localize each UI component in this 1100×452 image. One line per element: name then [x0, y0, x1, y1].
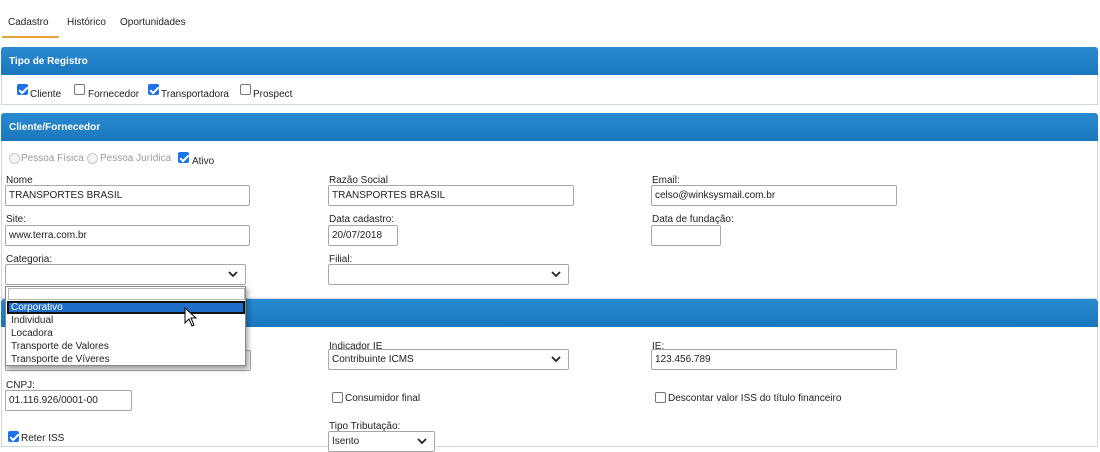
active-tab-indicator [2, 36, 59, 38]
descontar-iss-label: Descontar valor ISS do título financeiro [668, 393, 842, 404]
pessoa-juridica-radio[interactable] [87, 153, 98, 164]
site-input[interactable]: www.terra.com.br [5, 225, 250, 246]
dropdown-option-individual[interactable]: Individual [7, 314, 245, 327]
tipo-tributacao-value: Isento [332, 436, 360, 447]
pessoa-fisica-radio[interactable] [9, 153, 20, 164]
ie-input[interactable]: 123.456.789 [651, 349, 897, 370]
site-label: Site: [6, 214, 27, 225]
email-input[interactable]: celso@winksysmail.com.br [651, 185, 897, 206]
pessoa-juridica-label: Pessoa Jurídica [100, 153, 172, 164]
tipo-tributacao-select[interactable]: Isento [328, 431, 435, 452]
consumidor-final-checkbox[interactable] [332, 392, 343, 403]
fornecedor-checkbox[interactable] [74, 84, 85, 95]
ativo-label: Ativo [192, 156, 215, 167]
transportadora-label: Transportadora [161, 89, 229, 100]
chevron-down-icon [551, 356, 561, 363]
data-fundacao-label: Data de fundação: [652, 214, 734, 225]
indicador-ie-select[interactable]: Contribuinte ICMS [328, 349, 569, 370]
consumidor-final-label: Consumidor final [345, 393, 421, 404]
categoria-dropdown-list: Corporativo Individual Locadora Transpor… [5, 286, 246, 366]
tipo-registro-header: Tipo de Registro [1, 47, 1098, 75]
razao-social-input[interactable]: TRANSPORTES BRASIL [328, 185, 574, 206]
pessoa-fisica-label: Pessoa Física [21, 153, 84, 164]
tab-historico[interactable]: Histórico [67, 17, 106, 28]
descontar-iss-checkbox[interactable] [655, 392, 666, 403]
cliente-fornecedor-header: Cliente/Fornecedor [1, 113, 1098, 141]
data-cadastro-input[interactable]: 20/07/2018 [328, 225, 398, 246]
transportadora-checkbox[interactable] [148, 84, 159, 95]
prospect-checkbox[interactable] [240, 84, 251, 95]
cliente-label: Cliente [30, 89, 62, 100]
nome-input[interactable]: TRANSPORTES BRASIL [5, 185, 250, 206]
tab-oportunidades[interactable]: Oportunidades [120, 17, 186, 28]
indicador-ie-value: Contribuinte ICMS [332, 354, 414, 365]
tab-bar: Cadastro Histórico Oportunidades [0, 0, 1100, 40]
dropdown-option-corporativo[interactable]: Corporativo [7, 301, 245, 314]
cliente-checkbox[interactable] [17, 84, 28, 95]
cnpj-input[interactable]: 01.116.926/0001-00 [5, 390, 132, 411]
ativo-checkbox[interactable] [178, 152, 189, 163]
reter-iss-label: Reter ISS [21, 433, 65, 444]
dropdown-option-locadora[interactable]: Locadora [7, 327, 245, 340]
prospect-label: Prospect [253, 89, 293, 100]
fornecedor-label: Fornecedor [88, 89, 140, 100]
mouse-cursor-icon [184, 307, 198, 327]
dropdown-search-input[interactable] [8, 288, 245, 300]
chevron-down-icon [417, 438, 427, 445]
tab-cadastro[interactable]: Cadastro [8, 17, 49, 28]
dropdown-option-transporte-valores[interactable]: Transporte de Valores [7, 340, 245, 353]
chevron-down-icon [228, 271, 238, 278]
data-fundacao-input[interactable] [651, 225, 721, 246]
chevron-down-icon [551, 271, 561, 278]
reter-iss-checkbox[interactable] [8, 431, 19, 442]
data-cadastro-label: Data cadastro: [329, 214, 395, 225]
categoria-select[interactable] [5, 264, 246, 285]
dropdown-option-transporte-viveres[interactable]: Transporte de Víveres [7, 353, 245, 366]
filial-select[interactable] [328, 264, 569, 285]
